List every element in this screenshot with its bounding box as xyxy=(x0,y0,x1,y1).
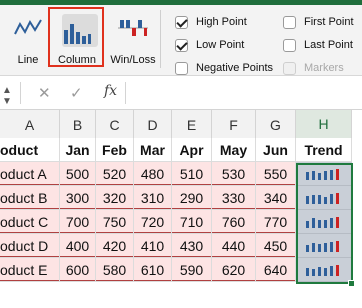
product-cell[interactable]: oduct D xyxy=(0,234,60,258)
last-point-option[interactable]: Last Point xyxy=(283,37,353,53)
value-cell[interactable]: 440 xyxy=(212,234,256,258)
value-cell[interactable]: 310 xyxy=(134,186,172,210)
markers-label: Markers xyxy=(304,62,344,74)
first-point-checkbox[interactable] xyxy=(283,15,296,29)
product-cell[interactable]: oduct A xyxy=(0,162,60,186)
markers-option: Markers xyxy=(283,60,344,76)
value-cell[interactable]: 400 xyxy=(60,234,96,258)
negative-points-checkbox[interactable] xyxy=(175,61,188,75)
value-cell[interactable]: 320 xyxy=(96,186,134,210)
high-point-checkbox[interactable] xyxy=(175,15,188,29)
high-point-option[interactable]: High Point xyxy=(175,14,247,30)
value-cell[interactable]: 510 xyxy=(172,162,212,186)
value-cell[interactable]: 760 xyxy=(212,210,256,234)
value-cell[interactable]: 550 xyxy=(256,162,296,186)
header-cell[interactable]: Apr xyxy=(172,138,212,162)
cancel-icon[interactable]: ✕ xyxy=(38,84,51,102)
header-cell[interactable]: Jun xyxy=(256,138,296,162)
high-point-label: High Point xyxy=(196,16,247,28)
formula-bar-divider xyxy=(20,82,21,104)
last-point-label: Last Point xyxy=(304,39,353,51)
ribbon-divider xyxy=(160,10,161,68)
ribbon-title-strip xyxy=(0,0,362,5)
negative-points-label: Negative Points xyxy=(196,62,274,74)
value-cell[interactable]: 610 xyxy=(134,258,172,282)
first-point-option[interactable]: First Point xyxy=(283,14,354,30)
column-highlight-frame xyxy=(48,7,104,67)
value-cell[interactable]: 520 xyxy=(96,162,134,186)
header-cell[interactable]: oduct xyxy=(0,138,60,162)
value-cell[interactable]: 620 xyxy=(212,258,256,282)
first-point-label: First Point xyxy=(304,16,354,28)
fill-handle[interactable] xyxy=(348,280,355,287)
last-point-checkbox[interactable] xyxy=(283,38,296,52)
value-cell[interactable]: 430 xyxy=(172,234,212,258)
value-cell[interactable]: 500 xyxy=(60,162,96,186)
value-cell[interactable]: 640 xyxy=(256,258,296,282)
line-sparkline-icon xyxy=(14,19,42,35)
value-cell[interactable]: 530 xyxy=(212,162,256,186)
product-cell[interactable]: oduct C xyxy=(0,210,60,234)
column-header-f[interactable]: F xyxy=(212,110,256,140)
value-cell[interactable]: 480 xyxy=(134,162,172,186)
column-header-a[interactable]: A xyxy=(0,110,60,140)
column-header-h[interactable]: H xyxy=(296,110,352,140)
value-cell[interactable]: 700 xyxy=(60,210,96,234)
negative-points-option[interactable]: Negative Points xyxy=(175,60,273,76)
column-header-e[interactable]: E xyxy=(172,110,212,140)
formula-bar: ▲ ▼ ✕ ✓ fx xyxy=(0,76,362,110)
value-cell[interactable]: 750 xyxy=(96,210,134,234)
header-cell[interactable]: May xyxy=(212,138,256,162)
value-cell[interactable]: 420 xyxy=(96,234,134,258)
product-cell[interactable]: oduct E xyxy=(0,258,60,282)
value-cell[interactable]: 770 xyxy=(256,210,296,234)
value-cell[interactable]: 450 xyxy=(256,234,296,258)
low-point-label: Low Point xyxy=(196,39,245,51)
value-cell[interactable]: 410 xyxy=(134,234,172,258)
name-box-stepper-icon[interactable]: ▲ ▼ xyxy=(2,85,12,107)
win-loss-sparkline-icon xyxy=(118,20,148,36)
value-cell[interactable]: 580 xyxy=(96,258,134,282)
value-cell[interactable]: 720 xyxy=(134,210,172,234)
formula-input-divider xyxy=(125,82,126,104)
header-cell[interactable]: Trend xyxy=(296,138,352,162)
column-header-g[interactable]: G xyxy=(256,110,296,140)
product-cell[interactable]: oduct B xyxy=(0,186,60,210)
value-cell[interactable]: 600 xyxy=(60,258,96,282)
value-cell[interactable]: 330 xyxy=(212,186,256,210)
header-cell[interactable]: Mar xyxy=(134,138,172,162)
header-cell[interactable]: Jan xyxy=(60,138,96,162)
value-cell[interactable]: 590 xyxy=(172,258,212,282)
header-cell[interactable]: Feb xyxy=(96,138,134,162)
column-header-c[interactable]: C xyxy=(96,110,134,140)
column-header-b[interactable]: B xyxy=(60,110,96,140)
win-loss-type-button[interactable]: Win/Loss xyxy=(108,8,158,68)
line-type-label: Line xyxy=(17,54,39,66)
line-type-button[interactable]: Line xyxy=(6,8,50,68)
confirm-icon[interactable]: ✓ xyxy=(70,84,83,102)
low-point-option[interactable]: Low Point xyxy=(175,37,244,53)
markers-checkbox xyxy=(283,61,296,75)
value-cell[interactable]: 340 xyxy=(256,186,296,210)
trend-selection-border xyxy=(296,163,353,284)
sparkline-ribbon: Line Column Win/Loss High Point Low Poin… xyxy=(0,0,362,76)
value-cell[interactable]: 300 xyxy=(60,186,96,210)
value-cell[interactable]: 710 xyxy=(172,210,212,234)
value-cell[interactable]: 290 xyxy=(172,186,212,210)
insert-function-icon[interactable]: fx xyxy=(104,83,117,99)
low-point-checkbox[interactable] xyxy=(175,38,188,52)
column-header-d[interactable]: D xyxy=(134,110,172,140)
win-loss-type-label: Win/Loss xyxy=(110,54,156,66)
